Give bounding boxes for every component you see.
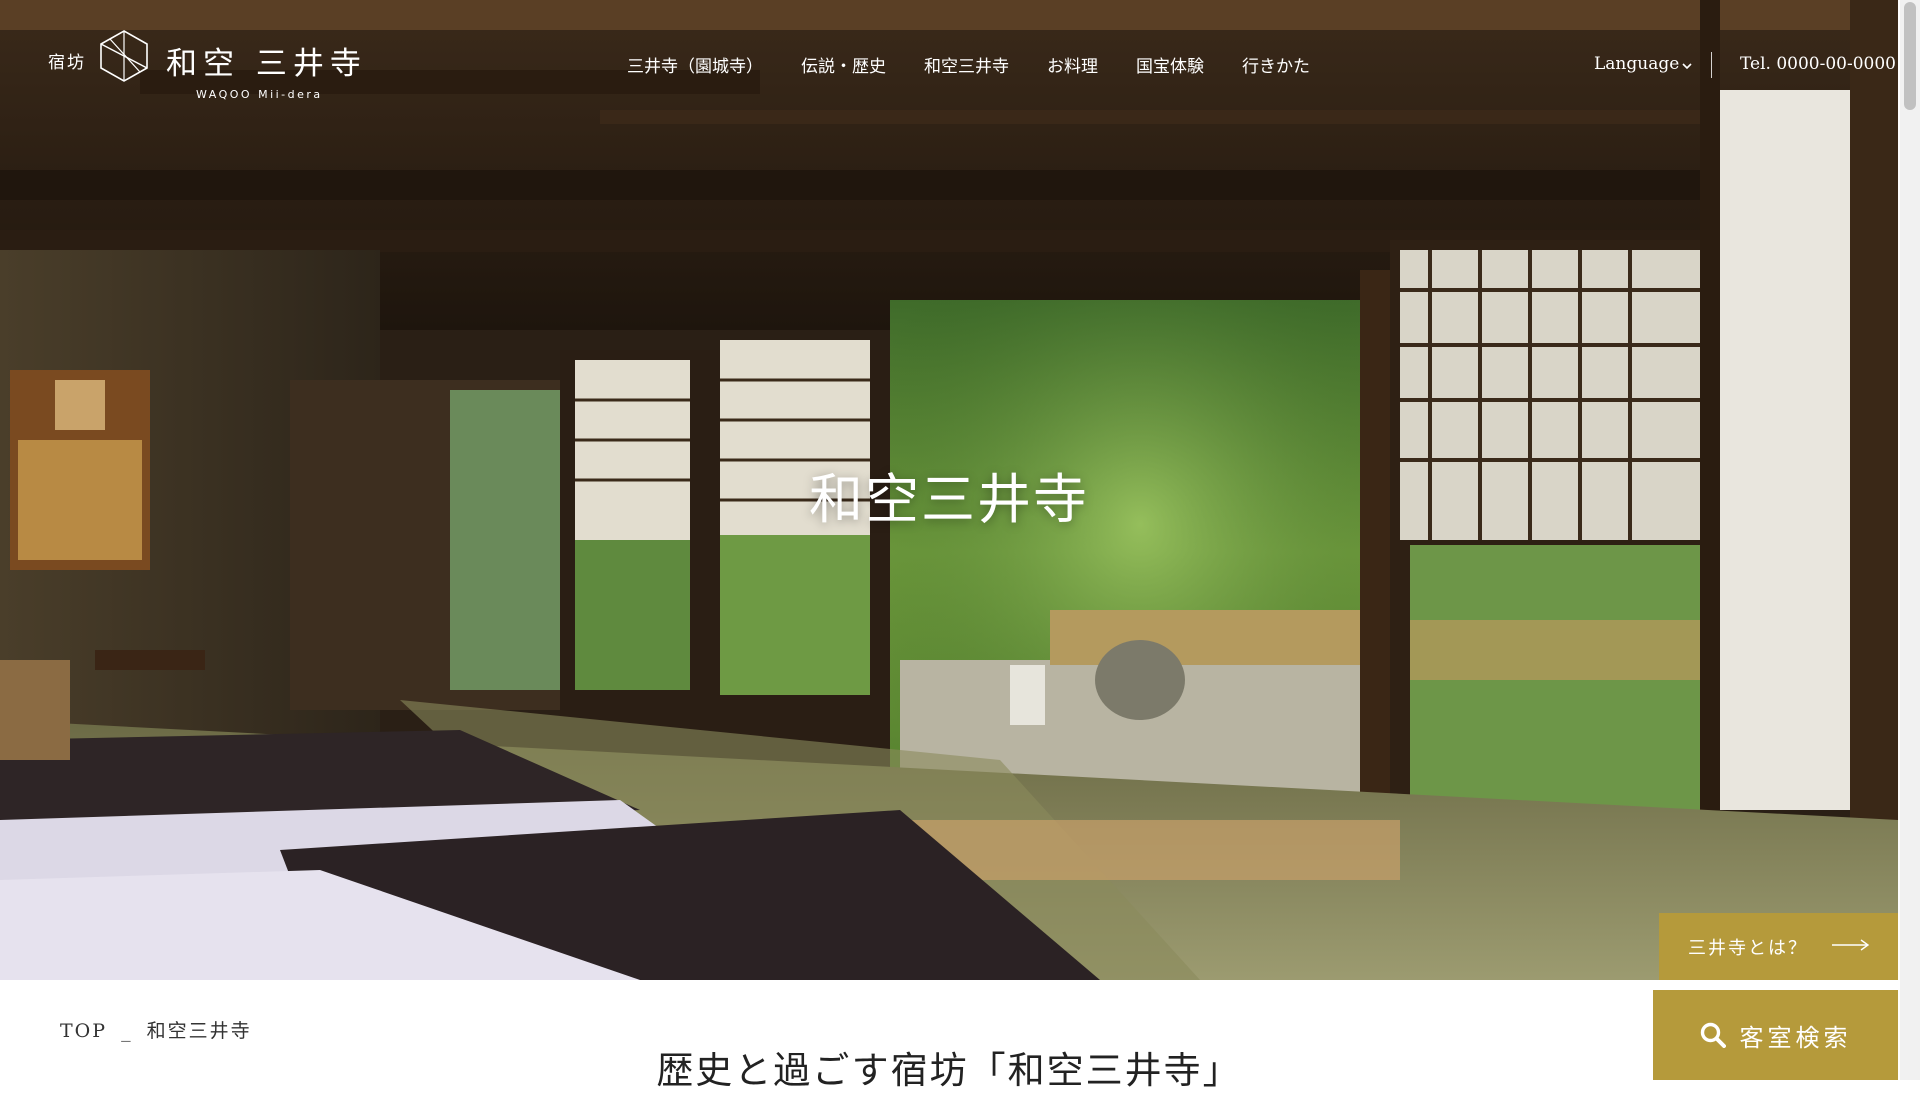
breadcrumb: TOP _ 和空三井寺 xyxy=(60,1016,252,1043)
nav-item-national-treasure[interactable]: 国宝体験 xyxy=(1136,52,1204,77)
header-divider xyxy=(1711,52,1712,78)
page-scrollbar[interactable] xyxy=(1900,0,1920,1080)
scrollbar-thumb[interactable] xyxy=(1904,2,1916,110)
chevron-down-icon xyxy=(1682,63,1692,70)
section-title: 歴史と過ごす宿坊「和空三井寺」 xyxy=(656,1049,1242,1092)
language-selector[interactable]: Language xyxy=(1594,54,1692,74)
site-logo[interactable]: 宿坊 和空 三井寺 WAQOO Mii-dera xyxy=(48,30,368,110)
breadcrumb-separator: _ xyxy=(121,1020,133,1042)
global-nav: 三井寺（園城寺） 伝説・歴史 和空三井寺 お料理 国宝体験 行きかた xyxy=(627,52,1310,77)
about-miidera-button[interactable]: 三井寺とは？ xyxy=(1659,913,1898,980)
nav-item-history[interactable]: 伝説・歴史 xyxy=(801,52,886,77)
breadcrumb-top-link[interactable]: TOP xyxy=(60,1020,107,1042)
hero-title: 和空三井寺 xyxy=(809,468,1089,531)
logo-subtitle: WAQOO Mii-dera xyxy=(196,88,323,101)
nav-item-waqoo[interactable]: 和空三井寺 xyxy=(924,52,1009,77)
language-label: Language xyxy=(1594,54,1680,74)
nav-item-miidera[interactable]: 三井寺（園城寺） xyxy=(627,52,763,77)
logo-prefix: 宿坊 xyxy=(48,53,86,73)
logo-mark-icon xyxy=(100,30,148,82)
nav-item-cuisine[interactable]: お料理 xyxy=(1047,52,1098,77)
about-button-label: 三井寺とは？ xyxy=(1688,937,1808,959)
logo-name: 和空 三井寺 xyxy=(166,46,367,82)
phone-number[interactable]: Tel. 0000-00-0000 xyxy=(1740,54,1896,74)
arrow-right-icon xyxy=(1832,939,1870,951)
breadcrumb-current: 和空三井寺 xyxy=(146,1020,252,1042)
nav-item-access[interactable]: 行きかた xyxy=(1242,52,1310,77)
